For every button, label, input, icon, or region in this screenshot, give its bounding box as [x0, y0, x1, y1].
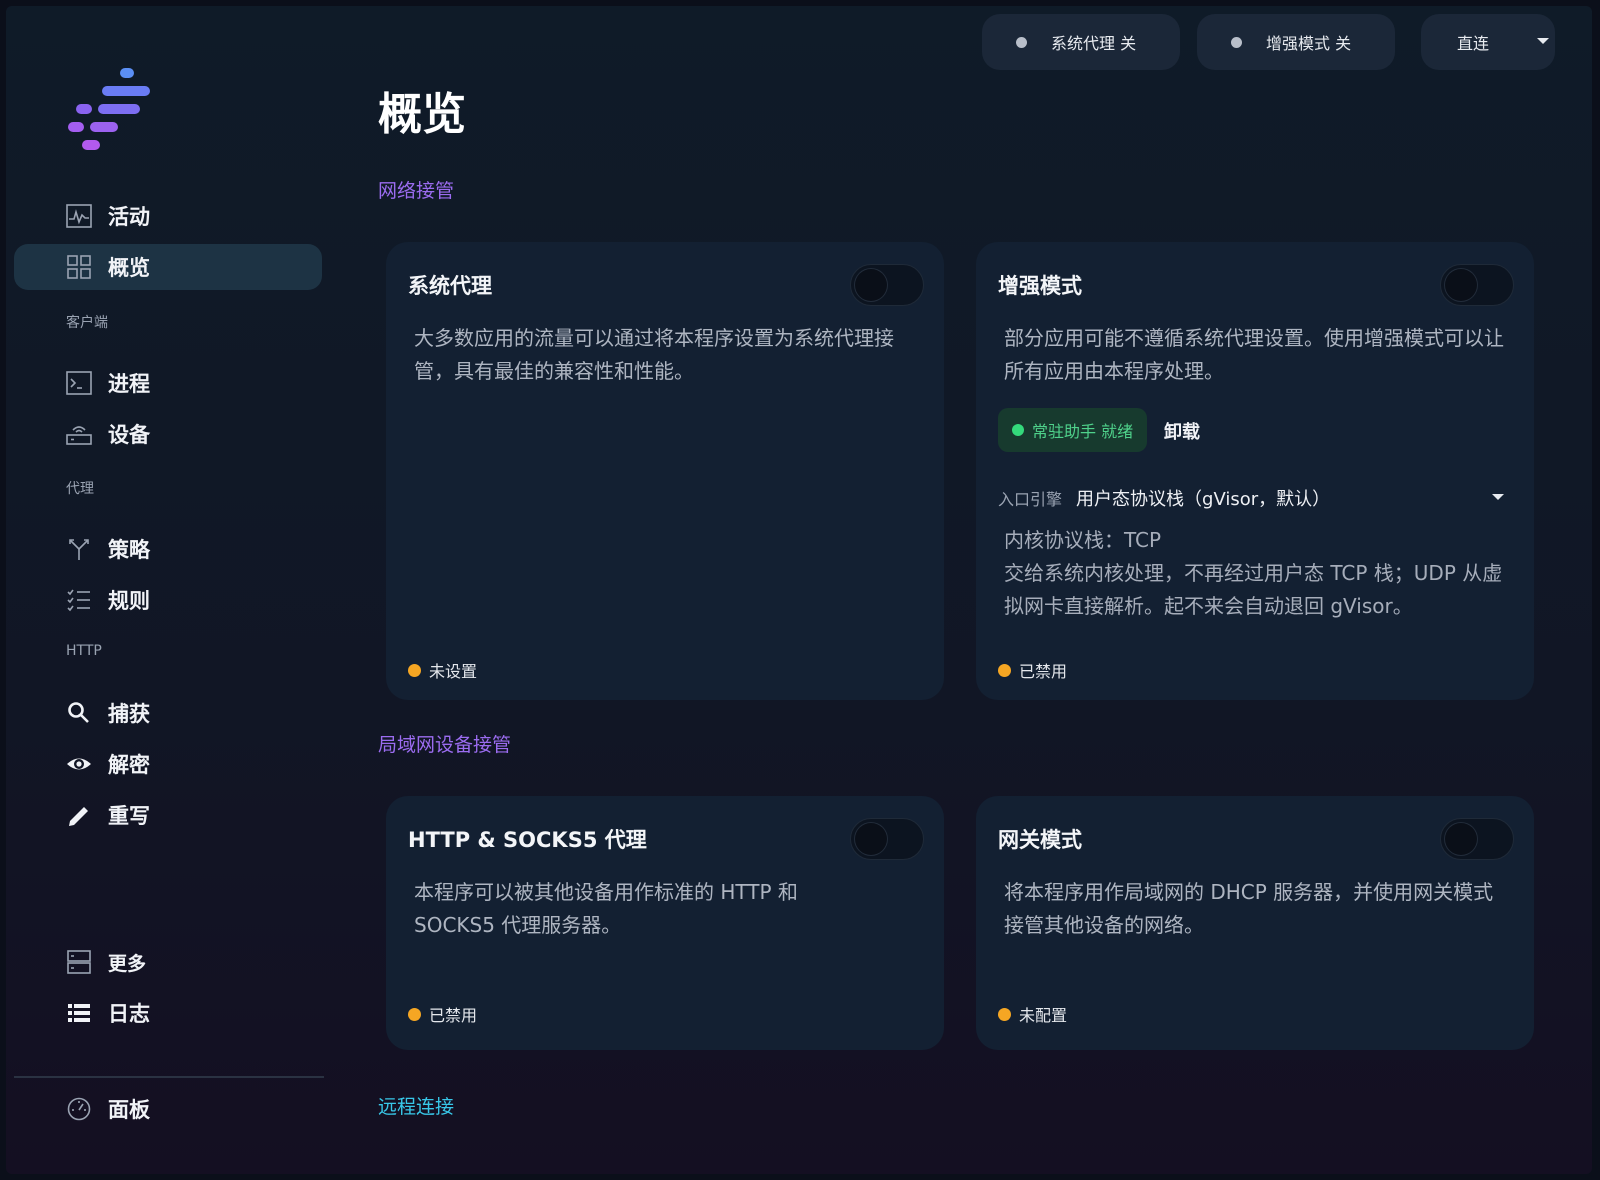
- system-proxy-card: 系统代理 大多数应用的流量可以通过将本程序设置为系统代理接管，具有最佳的兼容性和…: [386, 242, 944, 700]
- section-remote-connection: 远程连接: [378, 1096, 455, 1118]
- engine-description-line: 内核协议栈：TCP: [1004, 528, 1162, 552]
- system-proxy-pill-label: 系统代理 关: [1051, 34, 1137, 53]
- sidebar-item-decrypt[interactable]: 解密: [14, 741, 322, 787]
- switch-knob: [855, 823, 887, 855]
- sidebar-section-client: 客户端: [66, 315, 108, 331]
- outbound-mode-select[interactable]: 直连: [1421, 14, 1555, 70]
- checklist-icon: [66, 588, 92, 612]
- card-description: 本程序可以被其他设备用作标准的 HTTP 和 SOCKS5 代理服务器。: [414, 880, 798, 937]
- page-title: 概览: [378, 89, 466, 140]
- sidebar-item-overview[interactable]: 概览: [14, 244, 322, 290]
- fork-icon: [66, 537, 92, 561]
- status-indicator: 已禁用: [408, 1002, 477, 1026]
- sidebar-item-more[interactable]: 更多: [14, 939, 322, 985]
- sidebar: 活动 概览 客户端 进程 设备 代理 策略 规则 HTTP 捕获 解密 重写 更…: [6, 6, 336, 1174]
- card-title: 网关模式: [998, 828, 1082, 852]
- enhanced-mode-switch[interactable]: [1440, 264, 1514, 306]
- sidebar-item-policy[interactable]: 策略: [14, 526, 322, 572]
- card-title: 增强模式: [998, 274, 1082, 298]
- terminal-icon: [66, 371, 92, 395]
- system-proxy-switch[interactable]: [850, 264, 924, 306]
- section-lan-takeover: 局域网设备接管: [378, 734, 512, 756]
- switch-knob: [855, 269, 887, 301]
- status-dot: [1231, 36, 1242, 48]
- sidebar-item-label: 日志: [108, 1002, 150, 1026]
- card-description: 大多数应用的流量可以通过将本程序设置为系统代理接管，具有最佳的兼容性和性能。: [414, 326, 894, 383]
- status-indicator: 未设置: [408, 658, 477, 682]
- sidebar-item-rewrite[interactable]: 重写: [14, 792, 322, 838]
- eye-icon: [66, 752, 92, 776]
- status-dot: [998, 1007, 1011, 1021]
- http-socks-card: HTTP & SOCKS5 代理 本程序可以被其他设备用作标准的 HTTP 和 …: [386, 796, 944, 1050]
- sidebar-item-label: 面板: [108, 1098, 150, 1122]
- uninstall-helper-button[interactable]: 卸载: [1164, 418, 1200, 444]
- entry-engine-value: 用户态协议栈（gVisor，默认）: [1076, 489, 1331, 510]
- status-dot: [408, 663, 421, 677]
- sidebar-item-label: 更多: [108, 952, 147, 975]
- status-dot: [408, 1007, 421, 1021]
- sidebar-item-label: 解密: [108, 753, 150, 777]
- sidebar-item-label: 捕获: [108, 702, 150, 726]
- card-title: HTTP & SOCKS5 代理: [408, 828, 647, 852]
- chevron-down-icon: [1537, 38, 1549, 44]
- status-text: 已禁用: [1019, 662, 1068, 681]
- status-dot: [998, 663, 1011, 677]
- search-icon: [66, 701, 92, 725]
- status-indicator: 未配置: [998, 1002, 1067, 1026]
- app-logo: [68, 68, 160, 160]
- sidebar-item-label: 重写: [108, 804, 150, 828]
- sidebar-item-label: 设备: [108, 423, 150, 447]
- status-dot: [1012, 424, 1024, 436]
- gateway-mode-card: 网关模式 将本程序用作局域网的 DHCP 服务器，并使用网关模式接管其他设备的网…: [976, 796, 1534, 1050]
- sidebar-item-label: 活动: [108, 205, 150, 229]
- app-window: 活动 概览 客户端 进程 设备 代理 策略 规则 HTTP 捕获 解密 重写 更…: [6, 6, 1592, 1174]
- switch-knob: [1445, 823, 1477, 855]
- enhanced-mode-card: 增强模式 部分应用可能不遵循系统代理设置。使用增强模式可以让所有应用由本程序处理…: [976, 242, 1534, 700]
- section-network-takeover: 网络接管: [378, 180, 455, 202]
- entry-engine-label: 入口引擎: [998, 490, 1063, 509]
- grid-icon: [66, 255, 92, 279]
- sidebar-item-activity[interactable]: 活动: [14, 193, 322, 239]
- list-icon: [66, 1001, 92, 1025]
- helper-status-text: 常驻助手 就绪: [1032, 422, 1134, 441]
- sidebar-item-rules[interactable]: 规则: [14, 577, 322, 623]
- system-proxy-toggle-pill[interactable]: 系统代理 关: [982, 14, 1180, 70]
- dashboard-icon: [66, 1097, 92, 1121]
- sidebar-item-devices[interactable]: 设备: [14, 411, 322, 457]
- gateway-mode-switch[interactable]: [1440, 818, 1514, 860]
- enhanced-mode-toggle-pill[interactable]: 增强模式 关: [1197, 14, 1395, 70]
- sidebar-item-capture[interactable]: 捕获: [14, 690, 322, 736]
- activity-chart-icon: [66, 204, 92, 228]
- sidebar-item-label: 概览: [108, 256, 150, 280]
- router-icon: [66, 422, 92, 446]
- status-dot: [1016, 36, 1027, 48]
- switch-knob: [1445, 269, 1477, 301]
- card-description: 部分应用可能不遵循系统代理设置。使用增强模式可以让所有应用由本程序处理。: [1004, 326, 1504, 383]
- sidebar-divider: [14, 1076, 324, 1078]
- outbound-mode-value: 直连: [1457, 34, 1490, 53]
- sidebar-item-logs[interactable]: 日志: [14, 990, 322, 1036]
- engine-description-line: 交给系统内核处理，不再经过用户态 TCP 栈；UDP 从虚拟网卡直接解析。起不来…: [1004, 561, 1503, 618]
- sidebar-item-process[interactable]: 进程: [14, 360, 322, 406]
- http-socks-switch[interactable]: [850, 818, 924, 860]
- engine-description: 内核协议栈：TCP 交给系统内核处理，不再经过用户态 TCP 栈；UDP 从虚拟…: [1004, 524, 1514, 623]
- entry-engine-select[interactable]: 入口引擎 用户态协议栈（gVisor，默认）: [998, 484, 1508, 512]
- status-text: 未设置: [429, 662, 478, 681]
- card-title: 系统代理: [408, 274, 492, 298]
- sidebar-section-proxy: 代理: [66, 481, 94, 497]
- sidebar-item-label: 规则: [108, 589, 150, 613]
- sidebar-item-label: 策略: [108, 538, 150, 562]
- status-text: 已禁用: [429, 1006, 478, 1025]
- enhanced-mode-pill-label: 增强模式 关: [1266, 34, 1352, 53]
- status-text: 未配置: [1019, 1006, 1068, 1025]
- status-indicator: 已禁用: [998, 658, 1067, 682]
- chevron-down-icon: [1492, 494, 1504, 500]
- pencil-icon: [66, 803, 92, 827]
- helper-status-badge: 常驻助手 就绪: [998, 408, 1148, 452]
- server-icon: [66, 950, 92, 974]
- sidebar-item-dashboard[interactable]: 面板: [14, 1086, 322, 1132]
- card-description: 将本程序用作局域网的 DHCP 服务器，并使用网关模式接管其他设备的网络。: [1004, 880, 1494, 937]
- sidebar-item-label: 进程: [108, 372, 150, 396]
- sidebar-section-http: HTTP: [66, 643, 102, 659]
